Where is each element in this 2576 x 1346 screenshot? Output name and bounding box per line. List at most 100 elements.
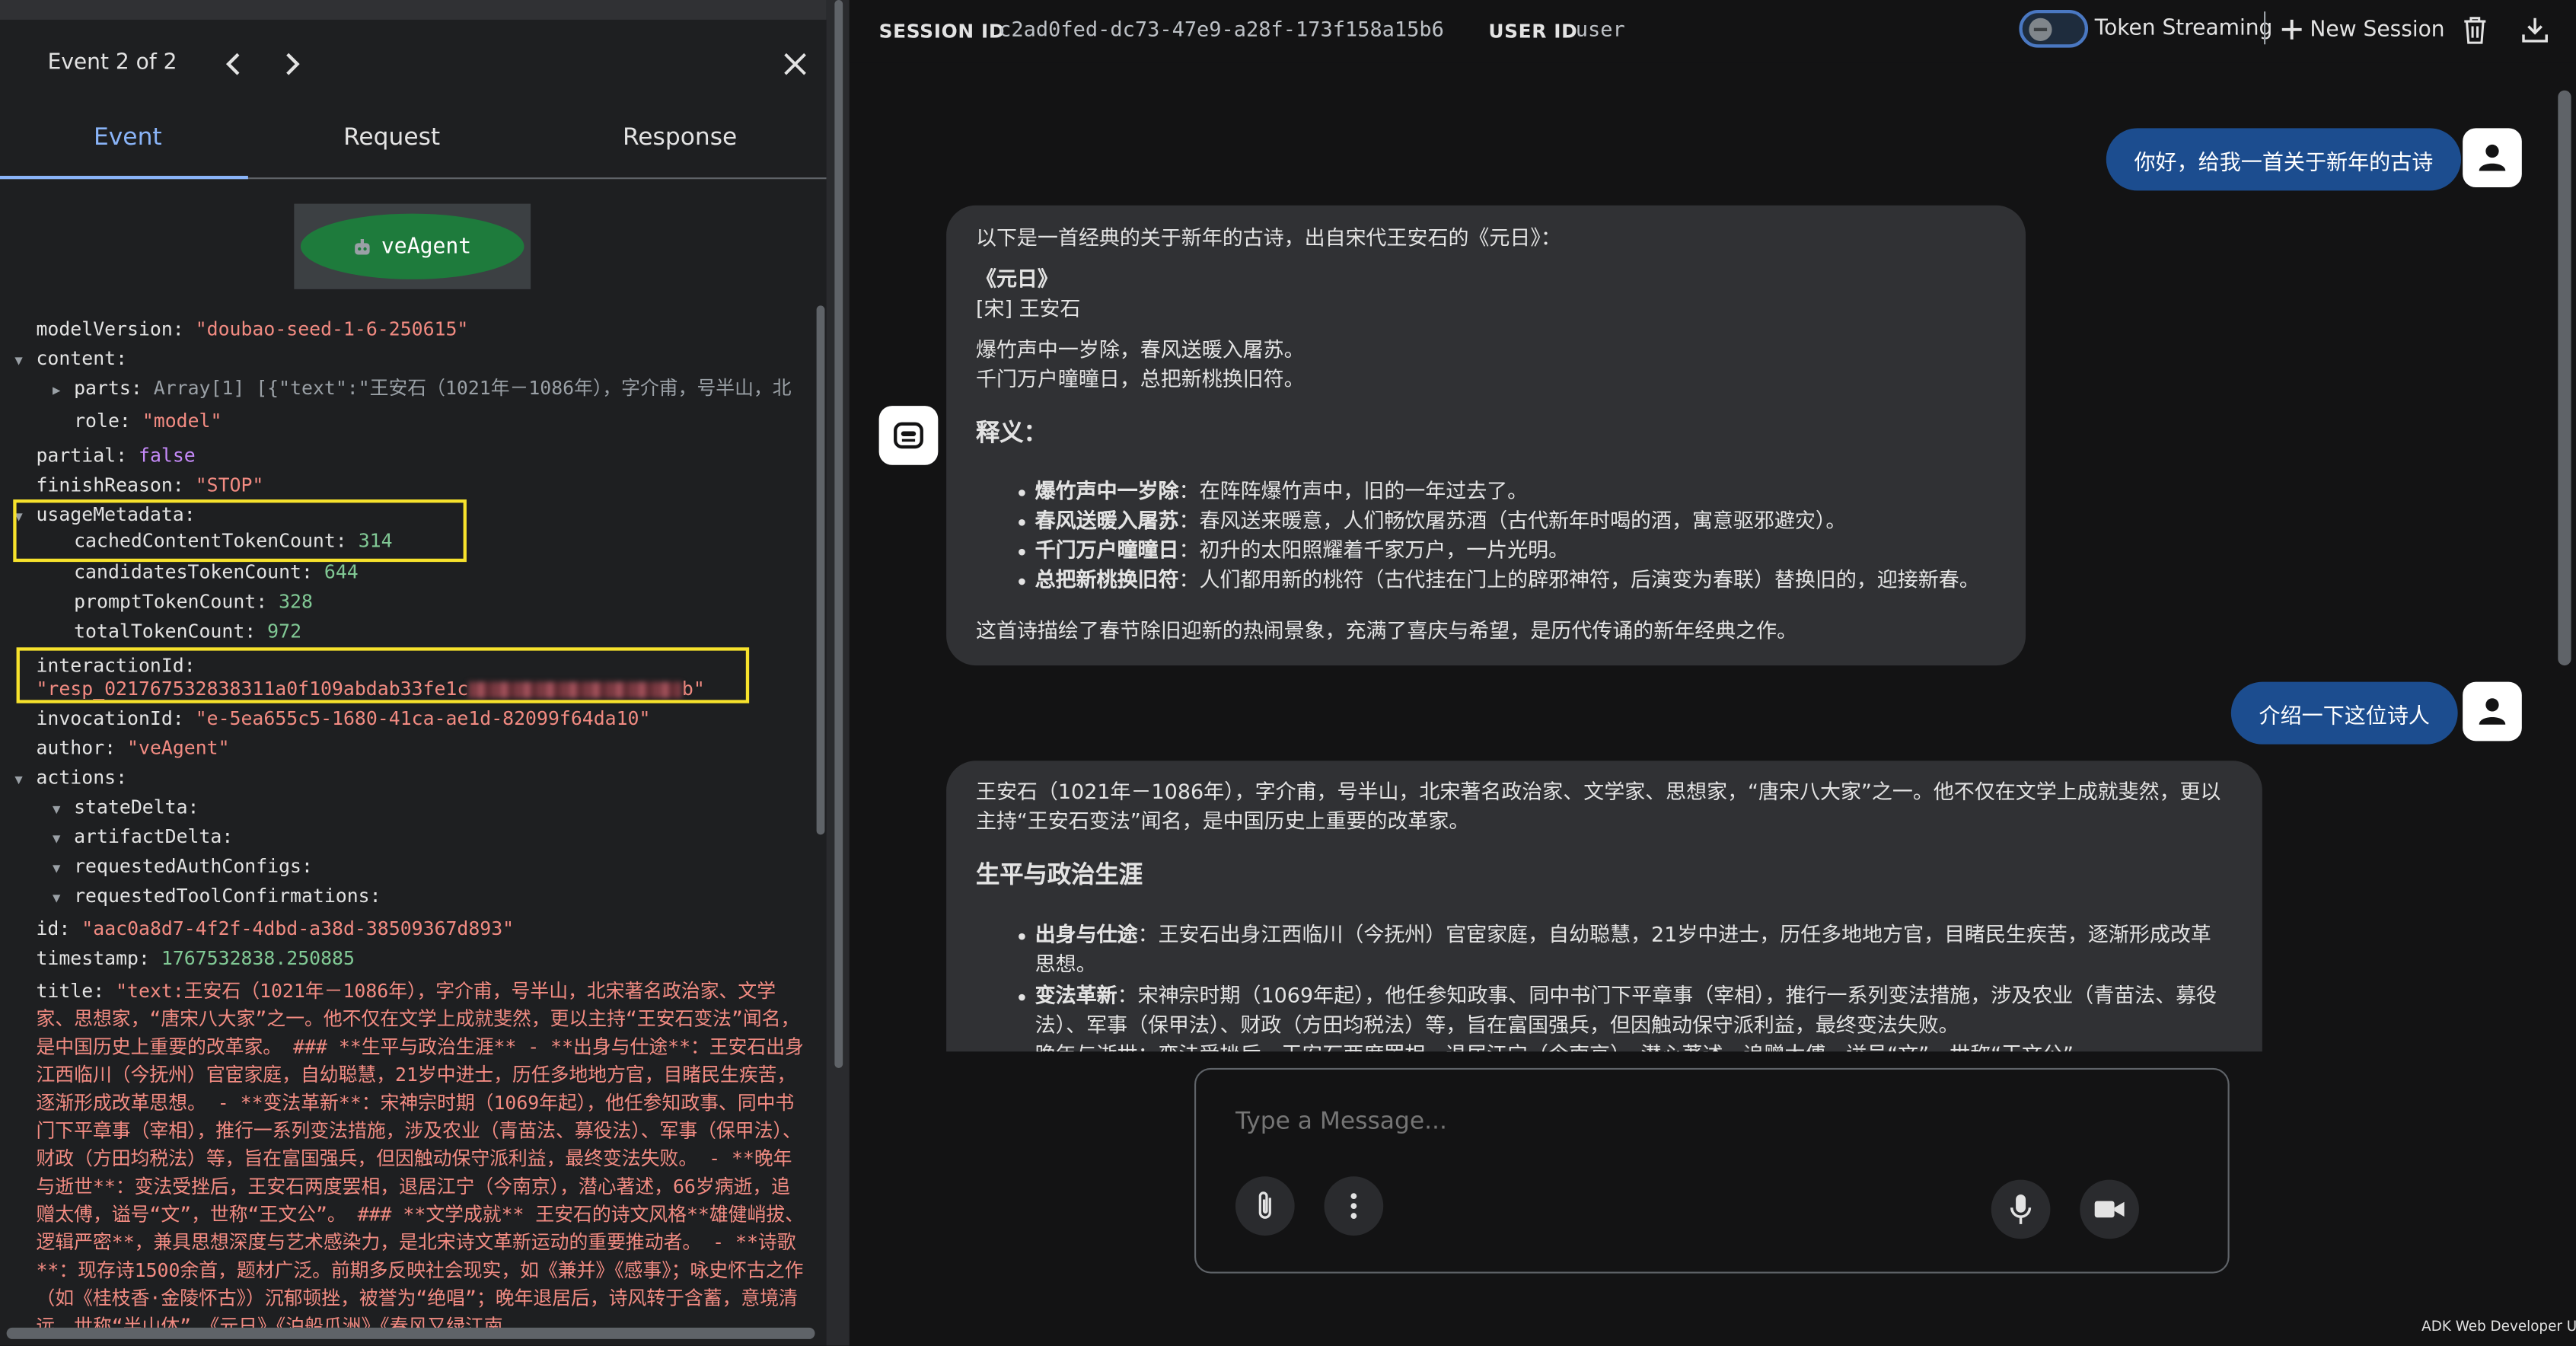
chevron-left-icon bbox=[225, 53, 240, 75]
robot-icon bbox=[894, 422, 923, 449]
explanation-term: 千门万户曈曈日 bbox=[1035, 537, 1179, 563]
vertical-scrollbar[interactable] bbox=[816, 305, 825, 835]
bio-item-term: 变法革新 bbox=[1035, 982, 1117, 1007]
json-key: requestedAuthConfigs: bbox=[74, 854, 313, 878]
trash-icon bbox=[2463, 16, 2485, 43]
json-key: promptTokenCount: bbox=[74, 589, 268, 614]
download-icon bbox=[2522, 18, 2548, 43]
message-input[interactable] bbox=[1235, 1108, 2156, 1136]
microphone-button[interactable] bbox=[1991, 1179, 2051, 1239]
expand-caret-icon[interactable]: ▼ bbox=[53, 891, 60, 905]
json-row-stateDelta[interactable]: stateDelta: bbox=[74, 796, 199, 818]
json-key: partial: bbox=[36, 443, 128, 467]
user-avatar bbox=[2463, 681, 2522, 742]
tab-response[interactable]: Response bbox=[623, 125, 737, 152]
event-header: Event 2 of 2 bbox=[0, 46, 827, 81]
user-message: 你好，给我一首关于新年的古诗 bbox=[2106, 128, 2462, 191]
poem-line: 爆竹声中一岁除，春风送暖入屠苏。 bbox=[975, 336, 1305, 362]
close-icon bbox=[784, 53, 806, 75]
poem-author: [宋] 王安石 bbox=[975, 295, 1081, 321]
json-key: totalTokenCount: bbox=[74, 619, 257, 643]
chevron-right-icon bbox=[286, 53, 300, 75]
explanation-desc: ：春风送来暖意，人们畅饮屠苏酒（古代新年时喝的酒，寓意驱邪避灾）。 bbox=[1178, 507, 1847, 533]
tab-event[interactable]: Event bbox=[94, 125, 162, 152]
user-id-label: USER ID bbox=[1488, 19, 1578, 43]
expand-caret-icon[interactable]: ▼ bbox=[14, 353, 22, 368]
bio-item-text: ：王安石出身江西临川（今抚州）官宦家庭，自幼聪慧，21岁中进士，历任多地地方官，… bbox=[1137, 921, 2211, 947]
json-row-finishReason: finishReason: "STOP" bbox=[36, 474, 263, 496]
json-key: parts: bbox=[74, 376, 142, 400]
mic-icon bbox=[2010, 1194, 2032, 1224]
session-id-value: c2ad0fed-dc73-47e9-a28f-173f158a15b6 bbox=[999, 16, 1444, 41]
json-value: 1767532838.250885 bbox=[161, 946, 355, 970]
json-value: "model" bbox=[142, 409, 222, 432]
tab-request[interactable]: Request bbox=[343, 125, 440, 152]
json-row-promptTokenCount: promptTokenCount: 328 bbox=[74, 590, 313, 613]
bot-message: 王安石（1021年－1086年），字介甫，号半山，北宋著名政治家、文学家、思想家… bbox=[946, 761, 2262, 1052]
section-heading: 释义： bbox=[975, 420, 1047, 448]
json-row-requestedToolConfirmations[interactable]: requestedToolConfirmations: bbox=[74, 884, 381, 907]
explanation-desc: ：初升的太阳照耀着千家万户，一片光明。 bbox=[1178, 537, 1570, 563]
json-row-title: title: "text:王安石（1021年－1086年），字介甫，号半山，北宋… bbox=[36, 978, 808, 1331]
json-row-content[interactable]: content: bbox=[36, 346, 127, 369]
event-counter: Event 2 of 2 bbox=[47, 50, 177, 76]
bot-avatar bbox=[878, 406, 939, 465]
json-row-actions[interactable]: actions: bbox=[36, 766, 127, 789]
explanation-term: 爆竹声中一岁除 bbox=[1035, 478, 1179, 503]
chat-messages: 你好，给我一首关于新年的古诗 以下是一首经典的关于新年的古诗，出自宋代王安石的《… bbox=[850, 62, 2576, 1052]
bullet bbox=[1019, 518, 1025, 526]
expand-caret-icon[interactable]: ▼ bbox=[53, 861, 60, 876]
json-value: "doubao-seed-1-6-250615" bbox=[195, 317, 469, 340]
user-id-value: user bbox=[1575, 16, 1625, 41]
attach-file-button[interactable] bbox=[1235, 1176, 1295, 1236]
json-key: role: bbox=[74, 409, 131, 432]
token-streaming-toggle[interactable] bbox=[2019, 9, 2089, 48]
user-avatar bbox=[2463, 128, 2522, 188]
json-key: timestamp: bbox=[36, 946, 150, 970]
json-row-author: author: "veAgent" bbox=[36, 736, 229, 759]
delete-session-button[interactable] bbox=[2458, 11, 2491, 47]
json-row-artifactDelta[interactable]: artifactDelta: bbox=[74, 825, 233, 847]
user-message: 介绍一下这位诗人 bbox=[2230, 681, 2458, 745]
panel-top-strip bbox=[0, 0, 827, 20]
explanation-desc: ：人们都用新的桃符（古代挂在门上的辟邪神符，后演变为春联）替换旧的，迎接新春。 bbox=[1178, 566, 1980, 592]
bullet bbox=[1019, 548, 1025, 556]
new-session-button[interactable]: New Session bbox=[2281, 11, 2478, 47]
json-key: stateDelta: bbox=[74, 795, 199, 818]
bullet bbox=[1019, 490, 1025, 496]
resize-handle[interactable] bbox=[834, 0, 843, 1068]
close-panel-button[interactable] bbox=[779, 46, 811, 81]
toolbar-separator bbox=[2263, 11, 2266, 45]
video-button[interactable] bbox=[2080, 1179, 2139, 1239]
json-key: id: bbox=[36, 917, 71, 940]
bio-item-line-partial: 晚年与逝世：变法受挫后，王安石两度罢相，退居江宁（今南京），潜心著述，追赠太傅，… bbox=[1035, 1040, 2094, 1051]
json-value: 644 bbox=[324, 560, 359, 584]
bio-item-term: 出身与仕途 bbox=[1035, 921, 1138, 947]
expand-caret-icon[interactable]: ▼ bbox=[14, 772, 22, 786]
robot-icon bbox=[355, 238, 370, 254]
more-options-button[interactable] bbox=[1324, 1176, 1384, 1236]
agent-graph-node[interactable]: veAgent bbox=[300, 213, 524, 279]
json-row-requestedAuthConfigs[interactable]: requestedAuthConfigs: bbox=[74, 854, 313, 877]
bio-item-line: 法）、军事（保甲法）、财政（方田均税法）等，旨在富国强兵，但因触动保守派利益，最… bbox=[1035, 1012, 1959, 1037]
download-button[interactable] bbox=[2517, 11, 2552, 47]
bot-message: 以下是一首经典的关于新年的古诗，出自宋代王安石的《元日》： 《元日》 [宋] 王… bbox=[946, 205, 2026, 666]
plus-icon bbox=[2281, 19, 2302, 40]
json-row-parts[interactable]: parts: Array[1] [{"text":"王安石（1021年－1086… bbox=[74, 376, 807, 399]
expand-caret-icon[interactable]: ▼ bbox=[53, 802, 60, 816]
bullet bbox=[1019, 994, 1025, 1001]
prev-event-button[interactable] bbox=[217, 46, 250, 81]
expand-caret-icon[interactable]: ▼ bbox=[53, 831, 60, 846]
paperclip-icon bbox=[1258, 1191, 1271, 1219]
next-event-button[interactable] bbox=[276, 46, 309, 81]
json-row-invocationId: invocationId: "e-5ea655c5-1680-41ca-ae1d… bbox=[36, 706, 650, 729]
session-id-label: SESSION ID bbox=[878, 19, 1006, 43]
explanation-item: 春风送暖入屠苏：春风送来暖意，人们畅饮屠苏酒（古代新年时喝的酒，寓意驱邪避灾）。 bbox=[1035, 506, 1847, 536]
horizontal-scrollbar[interactable] bbox=[6, 1327, 815, 1339]
bio-item-text: ：宋神宗时期（1069年起），他任参知政事、同中书门下平章事（宰相），推行一系列… bbox=[1117, 982, 2217, 1007]
explanation-item: 爆竹声中一岁除：在阵阵爆竹声中，旧的一年过去了。 bbox=[1035, 477, 1529, 506]
bullet bbox=[1019, 933, 1025, 940]
collapse-caret-icon[interactable]: ▶ bbox=[53, 383, 60, 397]
chat-scrollbar[interactable] bbox=[2558, 90, 2571, 666]
json-value: false bbox=[138, 443, 196, 467]
